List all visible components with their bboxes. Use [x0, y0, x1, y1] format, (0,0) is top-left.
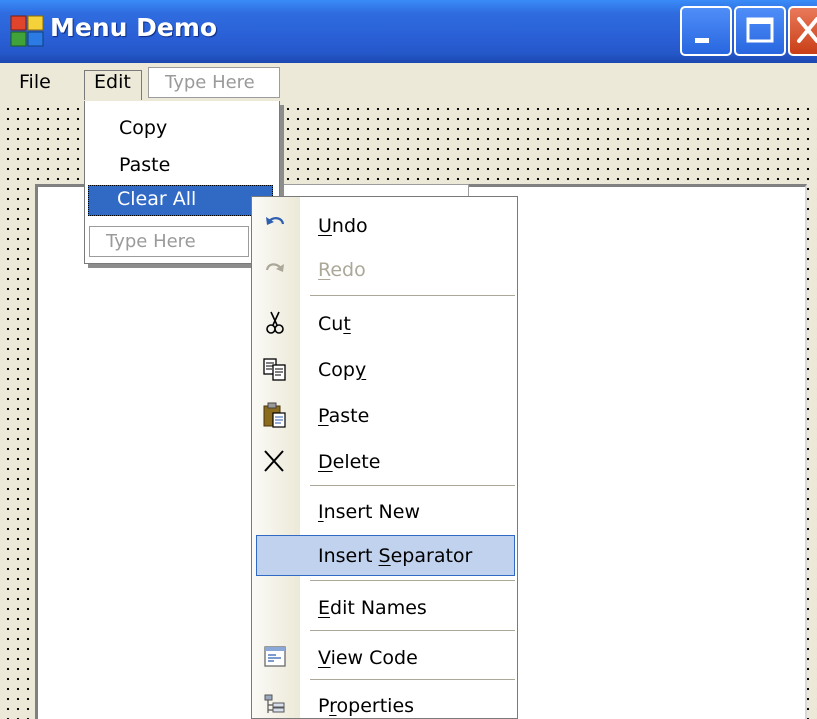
- context-edit-names[interactable]: Edit Names: [252, 585, 517, 629]
- menu-edit[interactable]: Edit: [94, 71, 131, 93]
- context-paste[interactable]: Paste: [252, 393, 517, 437]
- delete-x-icon: [264, 450, 284, 472]
- context-insert-new-label: Insert New: [318, 501, 420, 523]
- window-title: Menu Demo: [50, 13, 218, 42]
- context-edit-names-label: Edit Names: [318, 597, 427, 619]
- edit-menu-paste[interactable]: Paste: [119, 154, 170, 176]
- edit-menu-type-here[interactable]: Type Here: [89, 226, 249, 257]
- context-undo-label: Undo: [318, 215, 368, 237]
- designer-window: Menu Demo File Edit Type Here Copy Paste…: [0, 0, 817, 719]
- context-paste-label: Paste: [318, 405, 370, 427]
- context-view-code[interactable]: View Code: [252, 635, 517, 679]
- context-menu: Undo Redo Cut Copy Paste Delete Insert N…: [251, 196, 518, 719]
- menubar-type-here[interactable]: Type Here: [148, 67, 280, 98]
- minimize-button[interactable]: [680, 6, 732, 56]
- context-insert-separator-label: Insert Separator: [318, 545, 473, 567]
- scissors-icon: [266, 311, 284, 334]
- context-separator: [310, 295, 515, 296]
- context-copy[interactable]: Copy: [252, 347, 517, 391]
- context-separator: [310, 485, 515, 486]
- redo-icon: [265, 263, 284, 272]
- minimize-icon: [695, 38, 709, 43]
- context-cut-label: Cut: [318, 313, 351, 335]
- edit-menu-copy[interactable]: Copy: [119, 117, 167, 139]
- undo-icon: [266, 217, 285, 225]
- form-app-icon: [10, 15, 44, 47]
- title-bar[interactable]: Menu Demo: [0, 0, 817, 63]
- context-redo-label: Redo: [318, 259, 366, 281]
- context-view-code-label: View Code: [318, 647, 418, 669]
- edit-menu-clear-all[interactable]: Clear All: [88, 185, 273, 216]
- context-separator: [310, 580, 515, 581]
- context-undo[interactable]: Undo: [252, 203, 517, 247]
- context-separator: [310, 630, 515, 631]
- edit-menu-clear-all-label: Clear All: [117, 188, 197, 210]
- clipboard-icon: [263, 402, 286, 428]
- context-delete[interactable]: Delete: [252, 439, 517, 483]
- context-insert-new[interactable]: Insert New: [252, 489, 517, 533]
- context-copy-label: Copy: [318, 359, 367, 381]
- close-icon: [797, 17, 817, 43]
- copy-icon: [263, 358, 286, 381]
- view-code-icon: [264, 646, 286, 667]
- context-separator: [310, 679, 515, 680]
- context-cut[interactable]: Cut: [252, 301, 517, 345]
- maximize-button[interactable]: [734, 6, 786, 56]
- properties-icon: [264, 694, 285, 713]
- context-properties[interactable]: Properties: [252, 683, 517, 719]
- context-properties-label: Properties: [318, 695, 415, 717]
- context-delete-label: Delete: [318, 451, 381, 473]
- menu-file[interactable]: File: [19, 71, 51, 93]
- close-button[interactable]: [788, 6, 817, 56]
- maximize-icon: [746, 17, 774, 43]
- context-redo[interactable]: Redo: [252, 247, 517, 291]
- context-insert-separator[interactable]: Insert Separator: [252, 535, 517, 579]
